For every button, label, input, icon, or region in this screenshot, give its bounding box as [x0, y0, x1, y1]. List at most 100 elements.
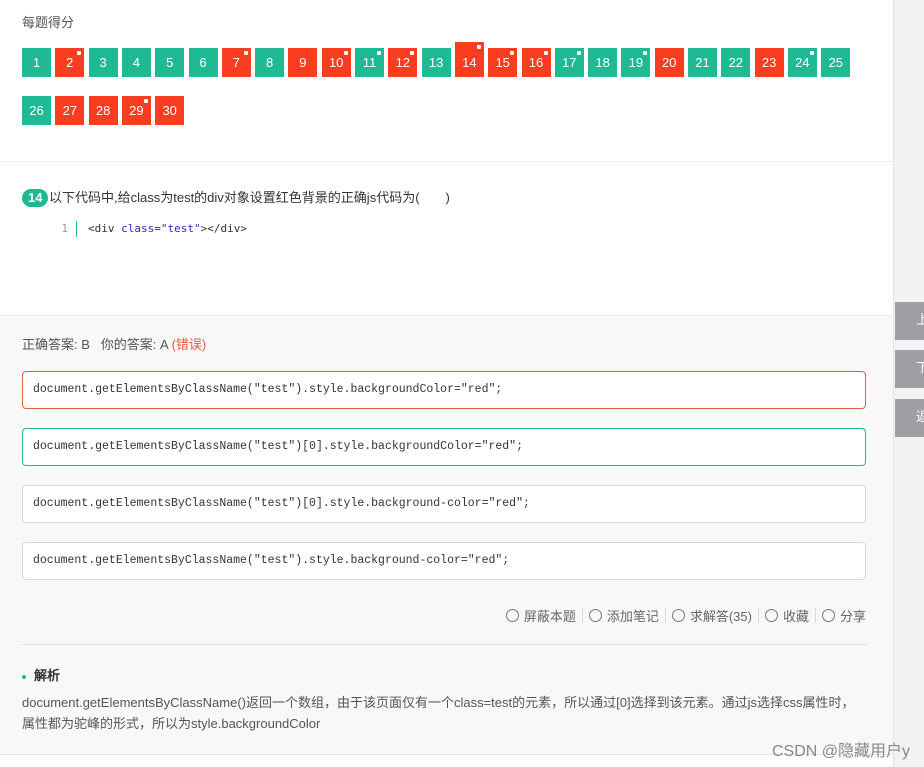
- question-button-16[interactable]: 16: [521, 48, 551, 77]
- marked-dot-icon: [543, 51, 548, 55]
- question-button-27[interactable]: 27: [55, 96, 85, 125]
- question-button-label: 10: [328, 55, 344, 70]
- question-button-19[interactable]: 19: [621, 48, 651, 77]
- question-button-8[interactable]: 8: [255, 48, 285, 77]
- question-button-4[interactable]: 4: [121, 48, 151, 77]
- code-tag-close: ></div>: [200, 222, 247, 235]
- analysis-text: document.getElementsByClassName()返回一个数组，…: [22, 695, 855, 731]
- question-button-label: 12: [395, 55, 411, 70]
- option-d[interactable]: document.getElementsByClassName("test").…: [22, 542, 866, 580]
- marked-dot-icon: [343, 51, 348, 55]
- score-title: 每题得分: [22, 16, 75, 31]
- analysis-title-text: 解析: [34, 668, 61, 683]
- question-button-label: 29: [129, 103, 144, 118]
- divider: [22, 644, 867, 645]
- question-button-14[interactable]: 14: [454, 42, 484, 77]
- marked-dot-icon: [476, 45, 481, 49]
- question-button-7[interactable]: 7: [221, 48, 251, 77]
- add-note-button[interactable]: 添加笔记: [583, 606, 665, 625]
- question-button-label: 22: [728, 55, 744, 70]
- question-button-label: 9: [299, 55, 307, 70]
- share-button[interactable]: 分享: [816, 606, 866, 625]
- question-number-badge: 14: [22, 189, 49, 207]
- answers-line: 正确答案: B 你的答案: A (错误): [22, 334, 206, 353]
- answer-verdict: (错误): [171, 337, 207, 352]
- marked-dot-icon: [143, 99, 148, 103]
- question-button-label: 16: [528, 55, 544, 70]
- favorite-button[interactable]: 收藏: [759, 606, 815, 625]
- code-line-number: 1: [61, 222, 68, 235]
- question-button-label: 19: [628, 55, 644, 70]
- main-panel: 每题得分 1 2 3 4 5 6 7 8 9 10 11 12 13 14 15 16 17 18 19 20 21 22…: [0, 0, 893, 767]
- code-block: 1 <div class="test"></div>: [56, 220, 247, 238]
- question-button-label: 25: [828, 55, 843, 70]
- question-button-9[interactable]: 9: [288, 48, 318, 77]
- question-button-20[interactable]: 20: [654, 48, 684, 77]
- question-button-label: 14: [462, 55, 477, 70]
- marked-dot-icon: [77, 51, 82, 55]
- your-answer: 你的答案: A: [100, 337, 168, 352]
- question-button-12[interactable]: 12: [388, 48, 418, 77]
- code-attr: class: [121, 222, 155, 235]
- marked-dot-icon: [576, 51, 581, 55]
- question-button-10[interactable]: 10: [321, 48, 351, 77]
- option-c[interactable]: document.getElementsByClassName("test")[…: [22, 485, 866, 523]
- question-button-label: 24: [795, 55, 810, 70]
- heart-icon: [764, 609, 778, 622]
- block-icon: [505, 609, 519, 622]
- option-b[interactable]: document.getElementsByClassName("test")[…: [22, 428, 866, 466]
- question-button-label: 7: [232, 55, 240, 70]
- question-button-label: 21: [695, 55, 710, 70]
- note-icon: [588, 609, 602, 622]
- action-bar: 屏蔽本题 添加笔记 求解答(35) 收藏 分享: [500, 606, 866, 625]
- code-eq: =: [154, 222, 161, 235]
- question-text: 以下代码中,给class为test的div对象设置红色背景的正确js代码为( ): [49, 190, 450, 205]
- marked-dot-icon: [809, 51, 814, 55]
- note-label: 添加笔记: [606, 609, 659, 624]
- question-button-15[interactable]: 15: [488, 48, 518, 77]
- question-button-18[interactable]: 18: [588, 48, 618, 77]
- option-a[interactable]: document.getElementsByClassName("test").…: [22, 371, 866, 409]
- block-label: 屏蔽本题: [523, 609, 576, 624]
- question-button-label: 6: [199, 55, 207, 70]
- marked-dot-icon: [643, 51, 648, 55]
- question-button-17[interactable]: 17: [554, 48, 584, 77]
- question-button-label: 20: [661, 55, 677, 70]
- question-button-23[interactable]: 23: [754, 48, 784, 77]
- question-button-25[interactable]: 25: [821, 48, 851, 77]
- correct-answer: 正确答案: B: [22, 337, 90, 352]
- question-button-26[interactable]: 26: [22, 96, 51, 125]
- next-question-button[interactable]: 下一题: [895, 350, 924, 388]
- question-button-1[interactable]: 1: [22, 48, 51, 77]
- question-button-21[interactable]: 21: [688, 48, 717, 77]
- back-button[interactable]: 返回: [895, 399, 924, 437]
- bullet-dot: [22, 674, 26, 679]
- share-label: 分享: [839, 609, 866, 624]
- question-button-30[interactable]: 30: [155, 96, 185, 125]
- question-button-3[interactable]: 3: [88, 48, 118, 77]
- question-button-22[interactable]: 22: [721, 48, 751, 77]
- question-button-29[interactable]: 29: [121, 96, 151, 125]
- question-button-13[interactable]: 13: [421, 48, 451, 77]
- ask-answer-button[interactable]: 求解答(35): [666, 606, 758, 625]
- question-button-label: 5: [166, 55, 174, 70]
- fav-label: 收藏: [782, 609, 809, 624]
- code-tag-open: <div: [88, 222, 122, 235]
- marked-dot-icon: [377, 51, 381, 55]
- question-button-11[interactable]: 11: [355, 48, 384, 77]
- code-attr-value: "test": [160, 222, 201, 235]
- question-button-label: 26: [29, 103, 44, 118]
- analysis-title: 解析: [22, 665, 60, 684]
- prev-question-button[interactable]: 上一题: [895, 302, 924, 340]
- question-button-label: 2: [66, 55, 74, 70]
- question-button-28[interactable]: 28: [88, 96, 118, 125]
- block-question-button[interactable]: 屏蔽本题: [500, 606, 582, 625]
- question-button-6[interactable]: 6: [188, 48, 218, 77]
- divider: [0, 161, 893, 162]
- question-button-label: 17: [562, 55, 577, 70]
- question-button-24[interactable]: 24: [787, 48, 817, 77]
- question-button-label: 27: [62, 103, 78, 118]
- question-button-2[interactable]: 2: [55, 48, 85, 77]
- question-button-label: 23: [761, 55, 777, 70]
- question-button-5[interactable]: 5: [155, 48, 185, 77]
